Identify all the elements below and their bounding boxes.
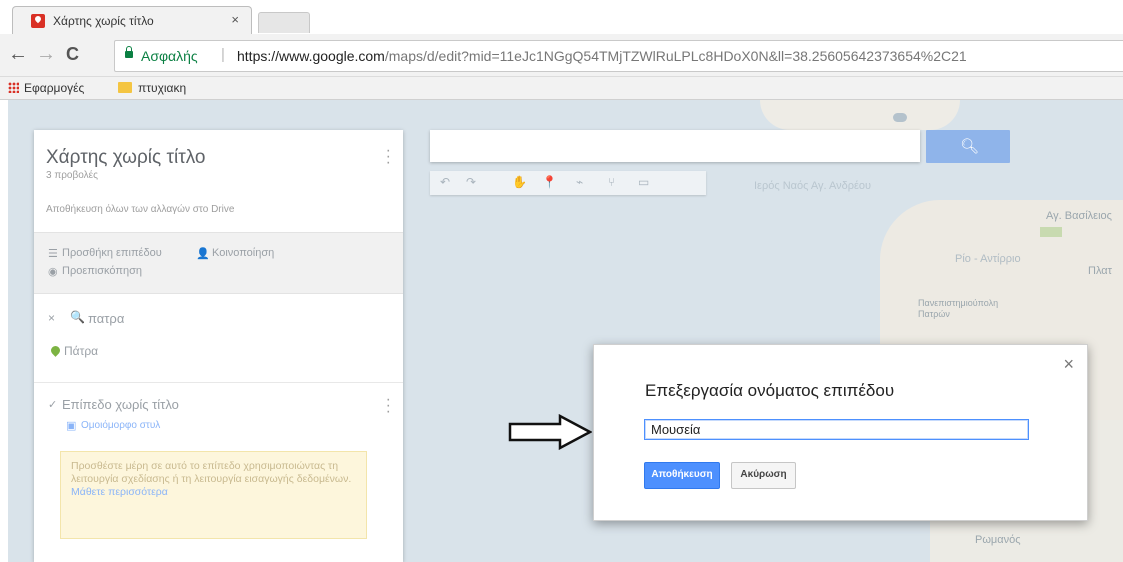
new-tab-button[interactable] (258, 12, 310, 33)
map-search-input[interactable] (430, 130, 920, 162)
map-marker-icon (893, 113, 907, 122)
window-edge (0, 100, 8, 562)
place-name[interactable]: Πάτρα (64, 344, 98, 358)
ruler-icon[interactable]: ▭ (638, 175, 649, 189)
directions-icon[interactable]: ⑂ (608, 175, 615, 189)
url-path: /maps/d/edit?mid=11eJc1NGgQ54TMjTZWlRuLP… (384, 48, 967, 64)
save-status: Αποθήκευση όλων των αλλαγών στο Drive (46, 204, 235, 215)
paint-bucket-icon: ▣ (66, 420, 77, 432)
place-marker-icon (49, 344, 62, 357)
browser-toolbar: ← → C Ασφαλής | https://www.google.com/m… (0, 34, 1123, 77)
marker-icon[interactable]: 📍 (542, 175, 557, 189)
map-toolbar: ↶ ↷ ✋ 📍 ⌁ ⑂ ▭ (430, 171, 706, 195)
map-options-icon[interactable]: · · · (386, 143, 391, 171)
search-button[interactable]: 🔍︎ (926, 130, 1010, 163)
back-icon[interactable]: ← (8, 44, 28, 64)
map-road-sign (1040, 227, 1062, 237)
panel-actions: ☰ Προσθήκη επιπέδου 👤 Κοινοποίηση ◉ Προε… (34, 233, 403, 294)
line-icon[interactable]: ⌁ (576, 175, 583, 189)
url-host: https://www.google.com (237, 48, 385, 64)
close-icon[interactable]: × (1063, 355, 1074, 373)
map-title[interactable]: Χάρτης χωρίς τίτλο (46, 147, 205, 169)
layer-section: ✓ Επίπεδο χωρίς τίτλο · · · ▣ Ομοιόμορφο σ… (34, 383, 403, 562)
bookmark-apps[interactable]: Εφαρμογές (24, 81, 84, 95)
tab-title: Χάρτης χωρίς τίτλο (53, 14, 154, 28)
tab-close-icon[interactable]: × (231, 12, 239, 27)
layer-options-icon[interactable]: · · · (386, 392, 391, 420)
search-result-icon: 🔍 (70, 310, 85, 324)
share-icon: 👤 (196, 248, 210, 260)
map-label: Ρίο - Αντίρριο (955, 253, 1021, 265)
maps-favicon-icon (31, 14, 45, 28)
layer-title[interactable]: Επίπεδο χωρίς τίτλο (62, 397, 179, 412)
map-side-panel: Χάρτης χωρίς τίτλο 3 προβολές Αποθήκευση… (34, 130, 403, 562)
rename-layer-dialog: × Επεξεργασία ονόματος επιπέδου Αποθήκευ… (593, 344, 1088, 521)
address-separator: | (221, 46, 225, 63)
undo-icon[interactable]: ↶ (440, 175, 450, 189)
layer-checkbox[interactable]: ✓ (48, 398, 57, 411)
learn-more-link[interactable]: Μάθετε περισσότερα (71, 486, 168, 498)
search-icon: 🔍︎ (960, 138, 980, 155)
lock-icon (125, 46, 133, 58)
panel-header: Χάρτης χωρίς τίτλο 3 προβολές Αποθήκευση… (34, 130, 403, 233)
layer-tip: Προσθέστε μέρη σε αυτό το επίπεδο χρησιμ… (60, 451, 367, 539)
dialog-title: Επεξεργασία ονόματος επιπέδου (645, 381, 895, 400)
forward-icon[interactable]: → (36, 44, 56, 64)
map-label: Αγ. Βασίλειος (1046, 210, 1112, 222)
apps-grid-icon[interactable] (8, 82, 19, 93)
search-result-query[interactable]: πατρα (88, 311, 124, 326)
map-label: Πανεπιστημιούπολη Πατρών (918, 298, 999, 319)
bookmarks-bar: Εφαρμογές πτυχιακη (0, 77, 1123, 100)
share-button[interactable]: Κοινοποίηση (212, 247, 274, 259)
hand-icon[interactable]: ✋ (512, 175, 527, 189)
bookmark-folder-ptyxiaki[interactable]: πτυχιακη (138, 81, 186, 95)
add-layer-icon: ☰ (48, 248, 58, 260)
remove-results-icon[interactable]: × (48, 311, 55, 325)
add-layer-button[interactable]: Προσθήκη επιπέδου (62, 247, 162, 259)
map-label: Ιερός Ναός Αγ. Ανδρέου (754, 180, 872, 192)
tip-body: Προσθέστε μέρη σε αυτό το επίπεδο χρησιμ… (71, 460, 352, 485)
redo-icon[interactable]: ↷ (466, 175, 476, 189)
address-bar[interactable]: Ασφαλής | https://www.google.com/maps/d/… (114, 40, 1123, 72)
map-land (760, 100, 960, 130)
arrow-pointer-icon (508, 414, 592, 450)
tip-text: Προσθέστε μέρη σε αυτό το επίπεδο χρησιμ… (71, 460, 356, 499)
layer-name-input[interactable] (644, 419, 1029, 440)
preview-button[interactable]: Προεπισκόπηση (62, 265, 142, 277)
secure-label: Ασφαλής (141, 48, 198, 64)
map-views-count: 3 προβολές (46, 170, 98, 181)
search-results-layer: × 🔍 πατρα Πάτρα (34, 294, 403, 383)
preview-eye-icon: ◉ (48, 266, 58, 278)
map-label: Ρωμανός (975, 534, 1021, 546)
cancel-button[interactable]: Ακύρωση (731, 462, 796, 489)
layer-style-link[interactable]: Ομοιόμορφο στυλ (81, 420, 160, 431)
browser-tab-bar: Χάρτης χωρίς τίτλο × (0, 0, 1123, 35)
map-label: Πλατ (1088, 265, 1112, 277)
save-button[interactable]: Αποθήκευση (644, 462, 720, 489)
reload-icon[interactable]: C (66, 44, 79, 64)
browser-tab[interactable]: Χάρτης χωρίς τίτλο × (12, 6, 252, 35)
folder-icon (118, 82, 132, 93)
url-text[interactable]: https://www.google.com/maps/d/edit?mid=1… (237, 48, 1117, 64)
